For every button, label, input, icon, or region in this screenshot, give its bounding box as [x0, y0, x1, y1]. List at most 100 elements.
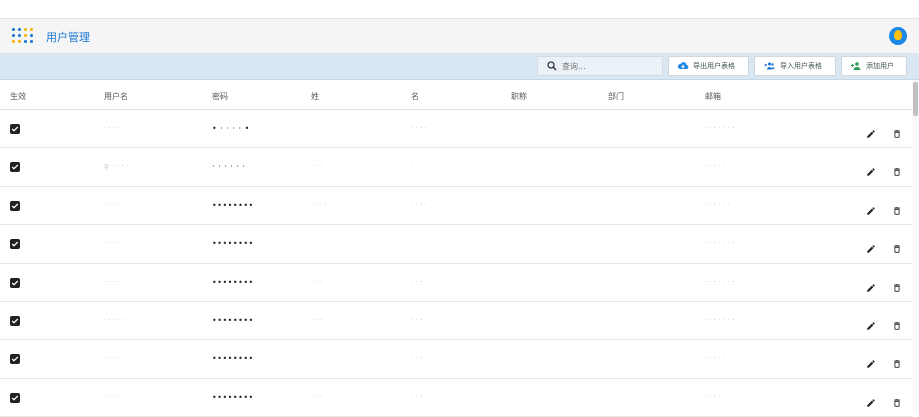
column-header-title[interactable]: 职称: [511, 91, 527, 102]
scrollbar-thumb[interactable]: [913, 82, 918, 116]
last-name-cell: · · ·: [311, 277, 323, 286]
add-user-button[interactable]: 添加用户: [841, 56, 907, 76]
email-cell: · · · · · · ·: [705, 124, 734, 132]
logo-dot: [30, 28, 33, 31]
app-bar: 用户管理: [0, 18, 919, 53]
add-user-label: 添加用户: [866, 62, 894, 70]
delete-icon[interactable]: [892, 316, 902, 330]
edit-icon[interactable]: [866, 354, 876, 369]
search-input[interactable]: [562, 59, 657, 73]
username-cell: · · · ·: [104, 200, 120, 209]
password-cell: ••••••••: [212, 392, 254, 402]
column-header-first-name[interactable]: 名: [411, 91, 419, 102]
table-row[interactable]: g· · · · · · · · · · · · · · · · · · · ·: [0, 148, 912, 187]
edit-icon[interactable]: [866, 393, 876, 407]
logo-dot: [12, 40, 15, 43]
last-name-cell: · · · ·: [311, 200, 327, 209]
username-cell: · · · ·: [104, 392, 120, 401]
edit-icon[interactable]: [866, 239, 876, 253]
table-row[interactable]: · · · · •••••••• · · · · · · · · · · · · · ·: [0, 187, 912, 226]
delete-icon[interactable]: [892, 393, 902, 407]
username-cell: · · · · ·: [104, 239, 125, 248]
first-name-cell: · · · ·: [411, 124, 427, 132]
logo-dot: [30, 34, 33, 37]
column-header-last-name[interactable]: 姓: [311, 91, 319, 102]
delete-icon[interactable]: [892, 239, 902, 253]
last-name-cell: · · ·: [311, 392, 323, 401]
password-cell: ••••••••: [212, 315, 254, 325]
enabled-checkbox[interactable]: [10, 354, 20, 365]
edit-icon[interactable]: [866, 162, 876, 177]
password-cell: ••••••••: [212, 239, 254, 249]
last-name-cell: ·: [311, 354, 314, 363]
enabled-checkbox[interactable]: [10, 162, 20, 173]
logo-dot: [18, 34, 21, 37]
enabled-checkbox[interactable]: [10, 239, 20, 250]
enabled-checkbox[interactable]: [10, 392, 20, 403]
email-cell: · · · · · ·: [705, 200, 730, 209]
search-box[interactable]: [537, 56, 663, 76]
password-cell: ••••••••: [212, 277, 254, 287]
enabled-checkbox[interactable]: [10, 315, 20, 326]
edit-icon[interactable]: [866, 124, 876, 138]
table-body: · · · · • · · · · • · · · · · · · · · · · g·…: [0, 110, 912, 417]
enabled-checkbox[interactable]: [10, 200, 20, 211]
email-cell: · · · · · · ·: [705, 277, 734, 286]
edit-icon[interactable]: [866, 316, 876, 330]
delete-icon[interactable]: [892, 354, 902, 369]
last-name-cell: · · ·: [311, 315, 323, 324]
password-cell: · · · · · ·: [212, 162, 246, 172]
table-row[interactable]: · · · · · •••••••• · · · · · · · · · · · · ·: [0, 302, 912, 341]
last-name-cell: · · ·: [311, 162, 323, 171]
first-name-cell: · · · ·: [411, 354, 427, 363]
logo-dot: [12, 28, 15, 31]
export-users-button[interactable]: 导出用户表格: [668, 56, 749, 76]
email-cell: · · · · ·: [705, 162, 726, 171]
import-users-button[interactable]: 导入用户表格: [754, 56, 836, 76]
edit-icon[interactable]: [866, 278, 876, 292]
logo-dot: [30, 40, 33, 43]
table-row[interactable]: · · · · •••••••• · · · · · · · · · ·: [0, 340, 912, 379]
cloud-download-icon: [677, 62, 689, 70]
export-users-label: 导出用户表格: [693, 62, 735, 70]
enabled-checkbox[interactable]: [10, 124, 20, 134]
enabled-checkbox[interactable]: [10, 277, 20, 288]
first-name-cell: · · ·: [411, 277, 423, 286]
top-gap: [0, 0, 919, 18]
avatar[interactable]: [889, 27, 907, 45]
table-row[interactable]: · · · · · •••••••• · · · · · · · · · · · · ·: [0, 264, 912, 302]
app-title: 用户管理: [46, 31, 90, 44]
username-cell: · · · · ·: [104, 315, 125, 324]
vertical-scrollbar[interactable]: [912, 80, 919, 412]
column-header-password[interactable]: 密码: [212, 91, 228, 102]
column-header-username[interactable]: 用户名: [104, 91, 128, 102]
table-row[interactable]: · · · · • · · · · • · · · · · · · · · · ·: [0, 110, 912, 149]
table-row[interactable]: · · · · •••••••• · · · · · · · · · ·: [0, 379, 912, 417]
delete-icon[interactable]: [892, 278, 902, 292]
email-cell: · · · ·: [705, 392, 721, 401]
table-row[interactable]: · · · · · •••••••• · · · · · · ·: [0, 225, 912, 264]
email-cell: · · · · · · ·: [705, 315, 734, 324]
username-cell: · · · · ·: [104, 277, 125, 286]
first-name-cell: ·: [411, 162, 414, 171]
username-cell: · · · ·: [104, 354, 120, 363]
column-header-department[interactable]: 部门: [608, 91, 624, 102]
logo-dot: [18, 40, 21, 43]
app-logo-icon: [12, 28, 38, 46]
password-cell: ••••••••: [212, 200, 254, 210]
logo-dot: [24, 34, 27, 37]
password-cell: • · · · · •: [212, 124, 250, 133]
search-icon: [547, 61, 557, 71]
toolbar: 导出用户表格 导入用户表格 添加用户: [0, 53, 919, 80]
column-header-enabled[interactable]: 生效: [10, 91, 26, 102]
delete-icon[interactable]: [892, 201, 902, 215]
delete-icon[interactable]: [892, 162, 902, 177]
group-add-icon: [764, 62, 775, 70]
edit-icon[interactable]: [866, 201, 876, 215]
table-header: 生效 用户名 密码 姓 名 职称 部门 邮箱: [0, 80, 912, 110]
first-name-cell: · · ·: [411, 315, 423, 324]
delete-icon[interactable]: [892, 124, 902, 138]
column-header-email[interactable]: 邮箱: [705, 91, 721, 102]
logo-dot: [24, 40, 27, 43]
email-cell: · · · · ·: [705, 354, 726, 363]
